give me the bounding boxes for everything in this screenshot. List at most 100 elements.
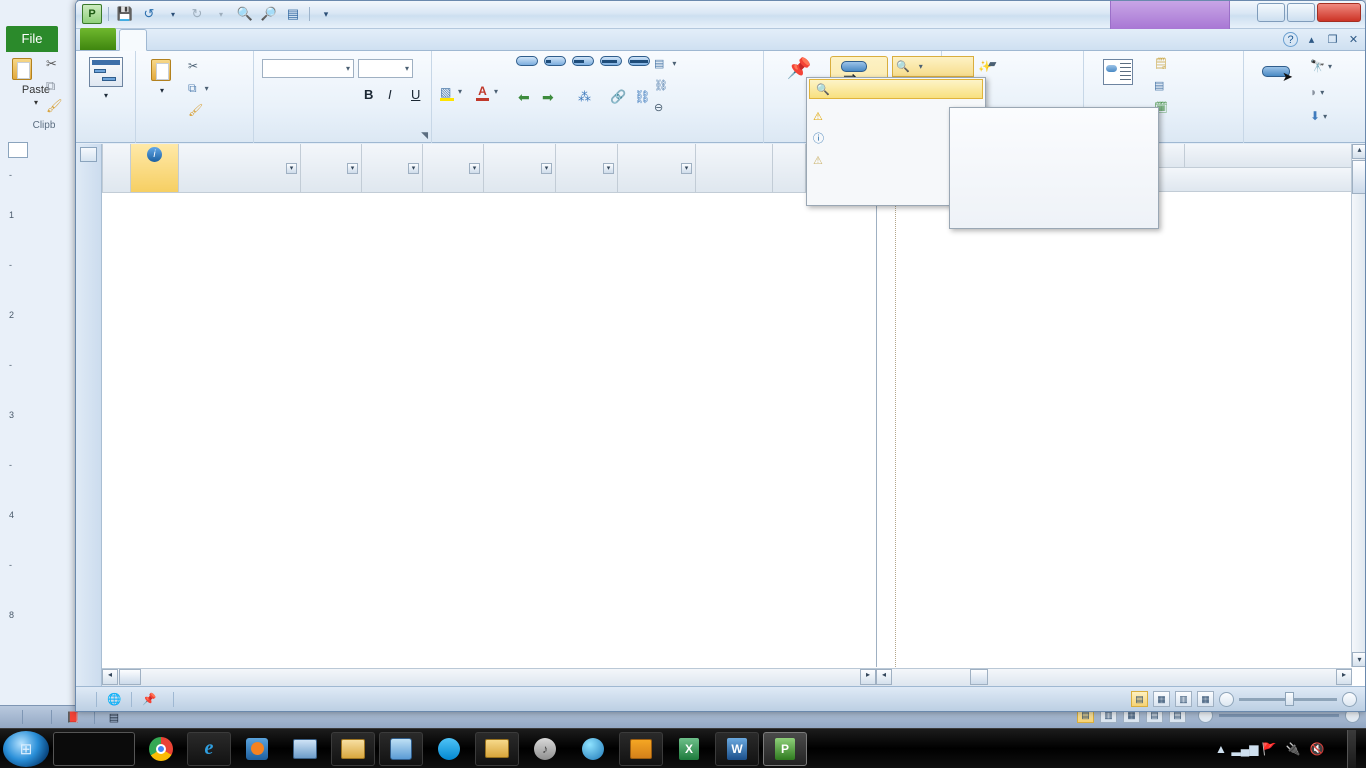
scroll-to-task-button[interactable]: ➤ (1248, 63, 1304, 85)
media-player-icon[interactable] (235, 732, 279, 766)
maximize-button[interactable] (1287, 3, 1315, 22)
inactivate-button[interactable]: ⊖ (654, 101, 667, 114)
font-name-combo[interactable]: ▾ (262, 59, 354, 78)
project-taskbar-icon[interactable]: P (763, 731, 807, 766)
percent-0-button[interactable] (516, 56, 538, 66)
minimize-ribbon-icon[interactable]: ▴ (1304, 32, 1319, 47)
tab-add-ins[interactable] (225, 28, 251, 50)
italic-button[interactable]: I (388, 87, 392, 102)
inspect-caret-icon[interactable]: ▾ (919, 62, 923, 71)
grid-scroll-right-button[interactable]: ▸ (860, 669, 876, 685)
col-header-remaining-duration[interactable]: ▾ (483, 144, 556, 193)
link-tasks-button[interactable]: 🔗 (610, 89, 626, 105)
percent-complete-buttons[interactable] (516, 56, 650, 66)
select-all-corner[interactable] (80, 147, 97, 162)
tab-file[interactable] (80, 28, 116, 50)
word-cut-icon[interactable]: ✂ (46, 56, 57, 72)
google-search-box[interactable] (53, 731, 135, 766)
network-icon[interactable]: ▂▄▆ (1232, 741, 1259, 757)
redo-dropdown-icon[interactable]: ▾ (211, 4, 231, 24)
paste-button[interactable]: ▾ (142, 59, 182, 96)
underline-button[interactable]: U (411, 87, 420, 102)
redo-icon[interactable]: ↻ (187, 4, 207, 24)
outdent-task-button[interactable]: ⬅ (518, 89, 530, 106)
undo-dropdown-icon[interactable]: ▾ (163, 4, 183, 24)
chrome-icon[interactable] (139, 732, 183, 766)
resource-sheet-view-button[interactable]: ▦ (1197, 691, 1214, 707)
col-header-finish[interactable] (695, 144, 773, 193)
clear-button[interactable]: ◗ ▾ (1310, 85, 1324, 99)
tab-view[interactable] (199, 28, 225, 50)
scroll-up-button[interactable]: ▴ (1352, 144, 1365, 159)
ribbon-right-controls[interactable]: ? ▴ ❐ ✕ (1283, 32, 1361, 47)
scroll-down-button[interactable]: ▾ (1352, 652, 1365, 667)
lync-icon[interactable] (379, 731, 423, 766)
notes-button[interactable]: 🗒 (1154, 57, 1172, 70)
excel-icon[interactable]: X (667, 732, 711, 766)
respect-links-button[interactable]: ⛓ (654, 79, 672, 92)
gantt-chart-button[interactable]: ▾ (80, 57, 132, 101)
col-header-id[interactable] (102, 144, 131, 193)
view-bar[interactable] (76, 144, 102, 686)
remote-desktop-icon[interactable] (283, 732, 327, 766)
close-document-icon[interactable]: ✕ (1346, 32, 1361, 47)
folder-icon[interactable] (475, 731, 519, 766)
tab-task[interactable] (119, 29, 147, 51)
col-filter-actual-work[interactable]: ▾ (469, 163, 480, 174)
undo-icon[interactable]: ↺ (139, 4, 159, 24)
tab-format[interactable] (365, 28, 391, 50)
chart-scroll-right-button[interactable]: ▸ (1336, 669, 1352, 685)
cut-button[interactable]: ✂ (188, 59, 202, 73)
save-icon[interactable]: 💾 (115, 4, 135, 24)
task-entry-grid[interactable]: i ▾ ▾ ▾ ▾ ▾ ▾ ▾ (102, 144, 876, 667)
quick-access-toolbar[interactable]: P 💾 ↺ ▾ ↻ ▾ 🔍 🔎 ▤ ▾ (82, 4, 336, 24)
status-new-tasks[interactable]: 📌 (132, 692, 172, 706)
chart-scroll-thumb[interactable] (1352, 160, 1365, 194)
percent-100-button[interactable] (628, 56, 650, 66)
word-copy-icon[interactable]: ⧉ (46, 78, 55, 94)
system-tray[interactable]: ▲ ▂▄▆ 🚩 🔌 🔇 (1213, 729, 1366, 768)
bold-button[interactable]: B (364, 87, 373, 102)
percent-50-button[interactable] (572, 56, 594, 66)
status-globe-icon[interactable]: 🌐 (97, 692, 131, 706)
zoom-out-icon[interactable]: 🔎 (259, 4, 279, 24)
globe-icon[interactable] (571, 732, 615, 766)
word-proofing-icon[interactable]: 📕 (66, 711, 80, 724)
start-orb-button[interactable]: ⊞ (3, 730, 49, 767)
window-buttons[interactable] (1257, 3, 1361, 22)
show-desktop-button[interactable] (1347, 730, 1356, 768)
col-header-predecessors[interactable] (772, 144, 806, 193)
close-button[interactable] (1317, 3, 1361, 22)
col-filter-work[interactable]: ▾ (408, 163, 419, 174)
minimize-button[interactable] (1257, 3, 1285, 22)
mark-on-track-button[interactable]: ▤ ▾ (654, 57, 676, 70)
tab-acrobat[interactable] (251, 28, 277, 50)
chart-vertical-scrollbar[interactable]: ▴ ▾ (1351, 144, 1365, 667)
gantt-plot-area[interactable] (877, 192, 1352, 667)
col-header-start[interactable]: ▾ (617, 144, 696, 193)
percent-25-button[interactable] (544, 56, 566, 66)
tray-arrow-icon[interactable]: ▲ (1213, 741, 1229, 757)
link-tasks-icon[interactable]: ▤ (283, 4, 303, 24)
chart-hscroll-thumb[interactable] (970, 669, 988, 685)
outlook-icon[interactable] (619, 731, 663, 766)
col-filter-duration[interactable]: ▾ (603, 163, 614, 174)
project-app-icon[interactable]: P (82, 4, 102, 24)
customize-qat-icon[interactable]: ▾ (316, 4, 336, 24)
grid-horizontal-scrollbar[interactable]: ◂ ▸ (102, 668, 876, 686)
menu-item-inspect-task[interactable]: 🔍 (809, 79, 983, 99)
zoom-in-icon[interactable]: 🔍 (235, 4, 255, 24)
col-header-indicators[interactable]: i (130, 144, 179, 193)
tab-project[interactable] (173, 28, 199, 50)
windows-taskbar[interactable]: ⊞ e ♪ X W P ▲ ▂▄▆ 🚩 🔌 🔇 (0, 728, 1366, 768)
font-name-caret-icon[interactable]: ▾ (346, 64, 350, 73)
word-zoom-slider[interactable] (1219, 713, 1339, 717)
project-view-zoom-controls[interactable]: ▤ ▦ ▥ ▦ (1131, 691, 1357, 707)
format-painter-button[interactable]: 🖌 (188, 103, 207, 117)
find-button[interactable]: 🔭 ▾ (1310, 59, 1332, 73)
chart-scroll-left-button[interactable]: ◂ (876, 669, 892, 685)
project-zoom-in-button[interactable] (1342, 691, 1357, 707)
tab-resource[interactable] (147, 28, 173, 50)
restore-window-icon[interactable]: ❐ (1325, 32, 1340, 47)
word-file-tab[interactable]: File (6, 26, 58, 52)
